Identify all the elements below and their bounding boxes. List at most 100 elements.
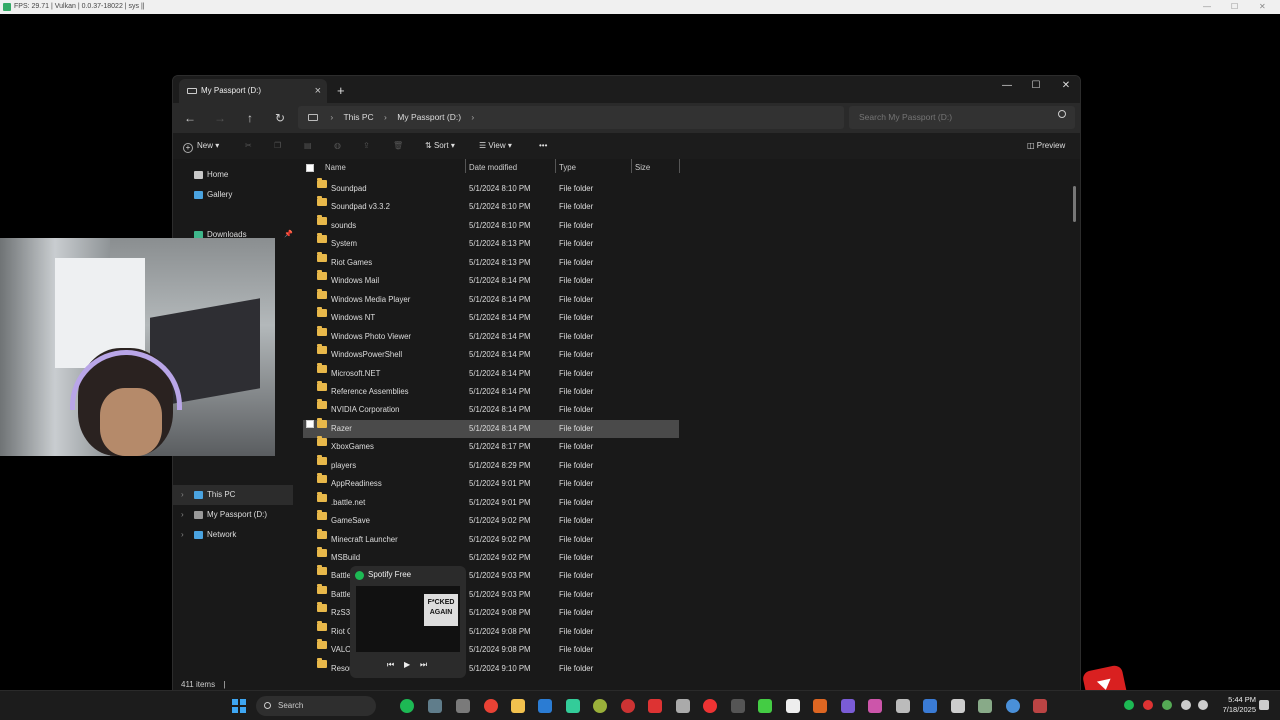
file-explorer-taskbar-icon[interactable] — [511, 699, 525, 713]
overlay-close-icon[interactable]: ✕ — [1259, 0, 1266, 14]
nav-network[interactable]: › Network — [173, 525, 293, 545]
next-track-button[interactable]: ⏭ — [420, 660, 427, 670]
spotify-taskbar-icon[interactable] — [400, 699, 414, 713]
up-button[interactable]: ↑ — [235, 103, 265, 133]
file-row[interactable]: XboxGames 5/1/2024 8:17 PM File folder — [303, 436, 679, 456]
breadcrumb-separator[interactable]: › — [471, 112, 474, 122]
clock[interactable]: 5:44 PM 7/18/2025 — [1212, 695, 1256, 715]
youtube-taskbar-icon[interactable] — [648, 699, 662, 713]
file-row[interactable]: players 5/1/2024 8:29 PM File folder — [303, 454, 679, 475]
previous-track-button[interactable]: ⏮ — [387, 660, 394, 670]
breadcrumb-separator[interactable]: › — [330, 112, 333, 122]
search-input[interactable] — [849, 106, 1075, 129]
rename-icon[interactable]: ◍ — [334, 133, 341, 159]
file-row[interactable]: Minecraft Launcher 5/1/2024 9:02 PM File f… — [303, 528, 679, 549]
back-button[interactable]: ← — [175, 103, 205, 133]
play-button[interactable]: ▶ — [404, 660, 410, 669]
app-icon[interactable] — [428, 699, 442, 713]
column-divider[interactable] — [631, 159, 632, 173]
file-row[interactable]: Reference Assemblies 5/1/2024 8:14 PM File… — [303, 380, 679, 401]
nav-home[interactable]: Home — [173, 165, 293, 185]
column-divider[interactable] — [679, 159, 680, 173]
forward-button[interactable]: → — [205, 103, 235, 133]
app-icon[interactable] — [1033, 699, 1047, 713]
sort-button[interactable]: ⇅ Sort ▾ — [425, 133, 455, 159]
close-button[interactable]: ✕ — [1051, 76, 1080, 103]
breadcrumb-this-pc[interactable]: This PC — [343, 112, 373, 122]
column-divider[interactable] — [465, 159, 466, 173]
tab-close-icon[interactable]: × — [315, 79, 321, 103]
nav-my-passport[interactable]: › My Passport (D:) — [173, 505, 293, 525]
app-icon[interactable] — [841, 699, 855, 713]
file-row[interactable]: Windows Mail 5/1/2024 8:14 PM File folder — [303, 270, 679, 290]
view-button[interactable]: ☰ View ▾ — [479, 133, 512, 159]
column-divider[interactable] — [555, 159, 556, 173]
nav-this-pc[interactable]: › This PC — [173, 485, 293, 505]
xbox-taskbar-icon[interactable] — [593, 699, 607, 713]
overlay-minimize-icon[interactable]: — — [1203, 0, 1211, 14]
minimize-button[interactable]: — — [992, 76, 1022, 103]
file-row[interactable]: GameSave 5/1/2024 9:02 PM File folder — [303, 510, 679, 530]
column-date-modified[interactable]: Date modified — [469, 159, 517, 177]
column-name[interactable]: Name — [325, 159, 346, 177]
file-row[interactable]: .battle.net 5/1/2024 9:01 PM File folder — [303, 491, 679, 512]
delete-icon[interactable]: 🗑 — [393, 133, 403, 159]
app-icon[interactable] — [951, 699, 965, 713]
notification-bell-icon[interactable] — [1259, 700, 1269, 710]
file-row[interactable]: AppReadiness 5/1/2024 9:01 PM File folder — [303, 473, 679, 493]
app-icon[interactable] — [703, 699, 717, 713]
chevron-right-icon[interactable]: › — [181, 485, 184, 505]
file-row[interactable]: Soundpad 5/1/2024 8:10 PM File folder — [303, 178, 679, 198]
microphone-icon[interactable] — [1162, 700, 1172, 710]
discord-taskbar-icon[interactable] — [456, 699, 470, 713]
file-row[interactable]: Soundpad v3.3.2 5/1/2024 8:10 PM File fold… — [303, 196, 679, 216]
minecraft-taskbar-icon[interactable] — [758, 699, 772, 713]
app-icon[interactable] — [731, 699, 745, 713]
paste-icon[interactable]: ▤ — [304, 133, 312, 159]
new-button[interactable]: + New ▾ — [183, 133, 219, 159]
column-type[interactable]: Type — [559, 159, 576, 177]
copy-icon[interactable]: ❐ — [274, 133, 281, 159]
breadcrumb[interactable]: › This PC › My Passport (D:) › — [298, 106, 844, 129]
overlay-maximize-icon[interactable]: ☐ — [1231, 0, 1238, 14]
app-icon[interactable] — [813, 699, 827, 713]
volume-icon[interactable] — [1198, 700, 1208, 710]
file-row[interactable]: Razer 5/1/2024 8:14 PM File folder — [303, 417, 679, 438]
taskbar-search[interactable]: Search — [256, 696, 376, 716]
file-row[interactable]: MSBuild 5/1/2024 9:02 PM File folder — [303, 547, 679, 567]
maximize-button[interactable]: ☐ — [1021, 76, 1051, 103]
chevron-right-icon[interactable]: › — [181, 525, 184, 545]
breadcrumb-my-passport[interactable]: My Passport (D:) — [397, 112, 461, 122]
app-icon[interactable] — [978, 699, 992, 713]
wifi-icon[interactable] — [1181, 700, 1191, 710]
more-options-button[interactable]: ••• — [539, 133, 547, 159]
row-checkbox[interactable] — [306, 419, 314, 428]
new-tab-button[interactable]: + — [337, 79, 345, 103]
app-icon[interactable] — [923, 699, 937, 713]
chrome-taskbar-icon[interactable] — [484, 699, 498, 713]
preview-button[interactable]: ◫ Preview — [1027, 133, 1065, 159]
file-row[interactable]: Windows Photo Viewer 5/1/2024 8:14 PM File… — [303, 325, 679, 346]
app-icon[interactable] — [676, 699, 690, 713]
spotify-tray-icon[interactable] — [1124, 700, 1134, 710]
app-icon[interactable] — [868, 699, 882, 713]
refresh-button[interactable]: ↻ — [265, 103, 295, 133]
select-all-checkbox[interactable] — [306, 164, 314, 172]
start-button[interactable] — [232, 699, 246, 713]
file-row[interactable]: Windows NT 5/1/2024 8:14 PM File folder — [303, 307, 679, 327]
app-icon[interactable] — [896, 699, 910, 713]
cut-icon[interactable]: ✂ — [245, 133, 252, 159]
column-size[interactable]: Size — [635, 159, 650, 177]
nav-gallery[interactable]: Gallery — [173, 185, 293, 205]
tray-icon[interactable] — [1143, 700, 1153, 710]
tab-my-passport[interactable]: My Passport (D:) × — [179, 79, 327, 103]
app-icon[interactable] — [621, 699, 635, 713]
file-row[interactable]: NVIDIA Corporation 5/1/2024 8:14 PM File f… — [303, 399, 679, 419]
app-icon[interactable] — [566, 699, 580, 713]
breadcrumb-separator[interactable]: › — [384, 112, 387, 122]
app-icon[interactable] — [1006, 699, 1020, 713]
file-row[interactable]: Riot Games 5/1/2024 8:13 PM File folder — [303, 251, 679, 272]
vertical-scrollbar[interactable] — [1073, 186, 1076, 222]
vscode-taskbar-icon[interactable] — [538, 699, 552, 713]
file-row[interactable]: Windows Media Player 5/1/2024 8:14 PM File… — [303, 288, 679, 309]
